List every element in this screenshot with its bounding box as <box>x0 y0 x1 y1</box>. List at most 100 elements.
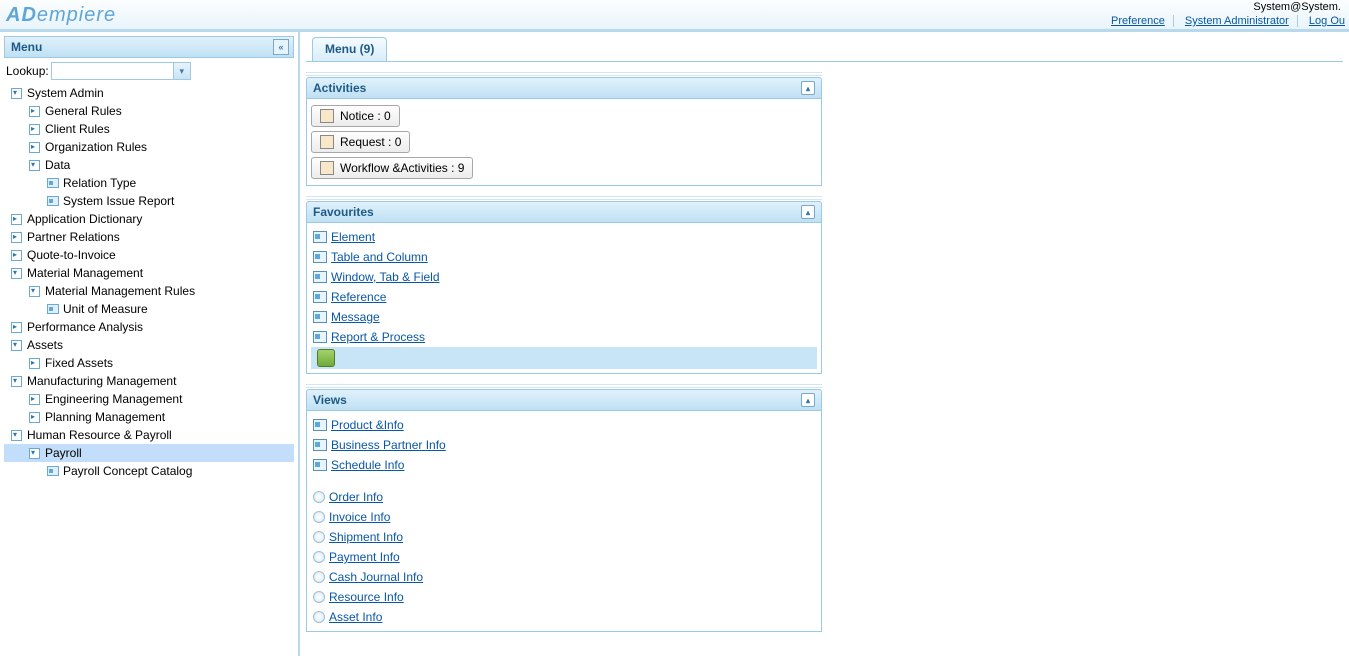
view-link[interactable]: Order Info <box>329 490 383 504</box>
tree-node-label: Payroll Concept Catalog <box>63 464 192 478</box>
view-item: Cash Journal Info <box>311 567 817 587</box>
window-icon <box>313 331 327 343</box>
activities-header: Activities ▴ <box>306 77 822 99</box>
window-icon <box>46 465 59 478</box>
preference-link[interactable]: Preference <box>1103 15 1174 27</box>
favourite-link[interactable]: Element <box>331 230 375 244</box>
tree-node-system-issue-report[interactable]: System Issue Report <box>4 192 294 210</box>
view-link[interactable]: Asset Info <box>329 610 382 624</box>
tree-node-relation-type[interactable]: Relation Type <box>4 174 294 192</box>
logout-link[interactable]: Log Ou <box>1301 15 1345 27</box>
tree-node-engineering-management[interactable]: Engineering Management <box>4 390 294 408</box>
favourite-item: Message <box>311 307 817 327</box>
tree-node-label: Client Rules <box>45 122 110 136</box>
favourite-item: Reference <box>311 287 817 307</box>
panel-grip[interactable] <box>306 70 822 76</box>
tree-node-material-management-rules[interactable]: Material Management Rules <box>4 282 294 300</box>
view-link[interactable]: Schedule Info <box>331 458 404 472</box>
tree-node-fixed-assets[interactable]: Fixed Assets <box>4 354 294 372</box>
tree-node-performance-analysis[interactable]: Performance Analysis <box>4 318 294 336</box>
tree-node-label: Engineering Management <box>45 392 182 406</box>
view-link[interactable]: Product &Info <box>331 418 404 432</box>
views-panel: Views ▴ Product &InfoBusiness Partner In… <box>306 382 822 632</box>
favourite-link[interactable]: Window, Tab & Field <box>331 270 440 284</box>
tree-node-general-rules[interactable]: General Rules <box>4 102 294 120</box>
app-logo: ADempiere <box>6 4 116 27</box>
folder-icon <box>28 105 41 118</box>
tree-node-material-management[interactable]: Material Management <box>4 264 294 282</box>
window-icon <box>313 291 327 303</box>
bulb-icon <box>313 611 325 623</box>
folder-icon <box>10 267 23 280</box>
tree-node-partner-relations[interactable]: Partner Relations <box>4 228 294 246</box>
tree-node-manufacturing-management[interactable]: Manufacturing Management <box>4 372 294 390</box>
activities-collapse-icon[interactable]: ▴ <box>801 81 815 95</box>
panel-grip[interactable] <box>306 382 822 388</box>
notice-icon <box>320 109 334 123</box>
window-icon <box>313 231 327 243</box>
tree-node-planning-management[interactable]: Planning Management <box>4 408 294 426</box>
tree-node-quote-to-invoice[interactable]: Quote-to-Invoice <box>4 246 294 264</box>
workflow-button[interactable]: Workflow &Activities : 9 <box>311 157 473 179</box>
view-item: Product &Info <box>311 415 817 435</box>
folder-icon <box>28 393 41 406</box>
view-link[interactable]: Business Partner Info <box>331 438 446 452</box>
favourites-trash-row[interactable] <box>311 347 817 369</box>
favourite-link[interactable]: Message <box>331 310 380 324</box>
view-link[interactable]: Resource Info <box>329 590 404 604</box>
notice-button[interactable]: Notice : 0 <box>311 105 400 127</box>
favourite-link[interactable]: Report & Process <box>331 330 425 344</box>
tab-menu[interactable]: Menu (9) <box>312 37 387 61</box>
role-link[interactable]: System Administrator <box>1177 15 1298 27</box>
tree-node-client-rules[interactable]: Client Rules <box>4 120 294 138</box>
bulb-icon <box>313 591 325 603</box>
tree-node-organization-rules[interactable]: Organization Rules <box>4 138 294 156</box>
favourites-collapse-icon[interactable]: ▴ <box>801 205 815 219</box>
window-icon <box>313 251 327 263</box>
sidebar: Menu « Lookup: System AdminGeneral Rules… <box>0 32 300 656</box>
folder-icon <box>10 375 23 388</box>
folder-icon <box>10 231 23 244</box>
favourite-link[interactable]: Reference <box>331 290 386 304</box>
tree-node-label: Quote-to-Invoice <box>27 248 116 262</box>
view-item: Order Info <box>311 487 817 507</box>
tree-node-data[interactable]: Data <box>4 156 294 174</box>
folder-icon <box>10 213 23 226</box>
user-label: System@System. <box>1103 0 1345 14</box>
request-button[interactable]: Request : 0 <box>311 131 410 153</box>
bulb-icon <box>313 531 325 543</box>
folder-icon <box>28 411 41 424</box>
sidebar-collapse-button[interactable]: « <box>273 39 289 55</box>
favourite-item: Report & Process <box>311 327 817 347</box>
favourite-link[interactable]: Table and Column <box>331 250 428 264</box>
view-link[interactable]: Invoice Info <box>329 510 390 524</box>
tree-node-label: Assets <box>27 338 63 352</box>
tree-node-human-resource-payroll[interactable]: Human Resource & Payroll <box>4 426 294 444</box>
tree-node-payroll-concept-catalog[interactable]: Payroll Concept Catalog <box>4 462 294 480</box>
folder-icon <box>28 447 41 460</box>
lookup-label: Lookup: <box>6 64 49 78</box>
bulb-icon <box>313 571 325 583</box>
tree-node-payroll[interactable]: Payroll <box>4 444 294 462</box>
lookup-combo[interactable] <box>51 62 191 80</box>
folder-icon <box>28 141 41 154</box>
top-links: Preference System Administrator Log Ou <box>1103 15 1345 27</box>
favourite-item: Table and Column <box>311 247 817 267</box>
view-link[interactable]: Cash Journal Info <box>329 570 423 584</box>
tree-node-assets[interactable]: Assets <box>4 336 294 354</box>
folder-icon <box>28 159 41 172</box>
tree-node-label: Performance Analysis <box>27 320 143 334</box>
view-link[interactable]: Shipment Info <box>329 530 403 544</box>
tree-node-system-admin[interactable]: System Admin <box>4 84 294 102</box>
tree-node-application-dictionary[interactable]: Application Dictionary <box>4 210 294 228</box>
panel-grip[interactable] <box>306 194 822 200</box>
view-item: Shipment Info <box>311 527 817 547</box>
tree-node-unit-of-measure[interactable]: Unit of Measure <box>4 300 294 318</box>
views-collapse-icon[interactable]: ▴ <box>801 393 815 407</box>
folder-icon <box>10 429 23 442</box>
activities-body: Notice : 0 Request : 0 Workflow &Activit… <box>306 99 822 186</box>
tree-node-label: Organization Rules <box>45 140 147 154</box>
tree-node-label: Manufacturing Management <box>27 374 176 388</box>
tree-node-label: Planning Management <box>45 410 165 424</box>
view-link[interactable]: Payment Info <box>329 550 400 564</box>
